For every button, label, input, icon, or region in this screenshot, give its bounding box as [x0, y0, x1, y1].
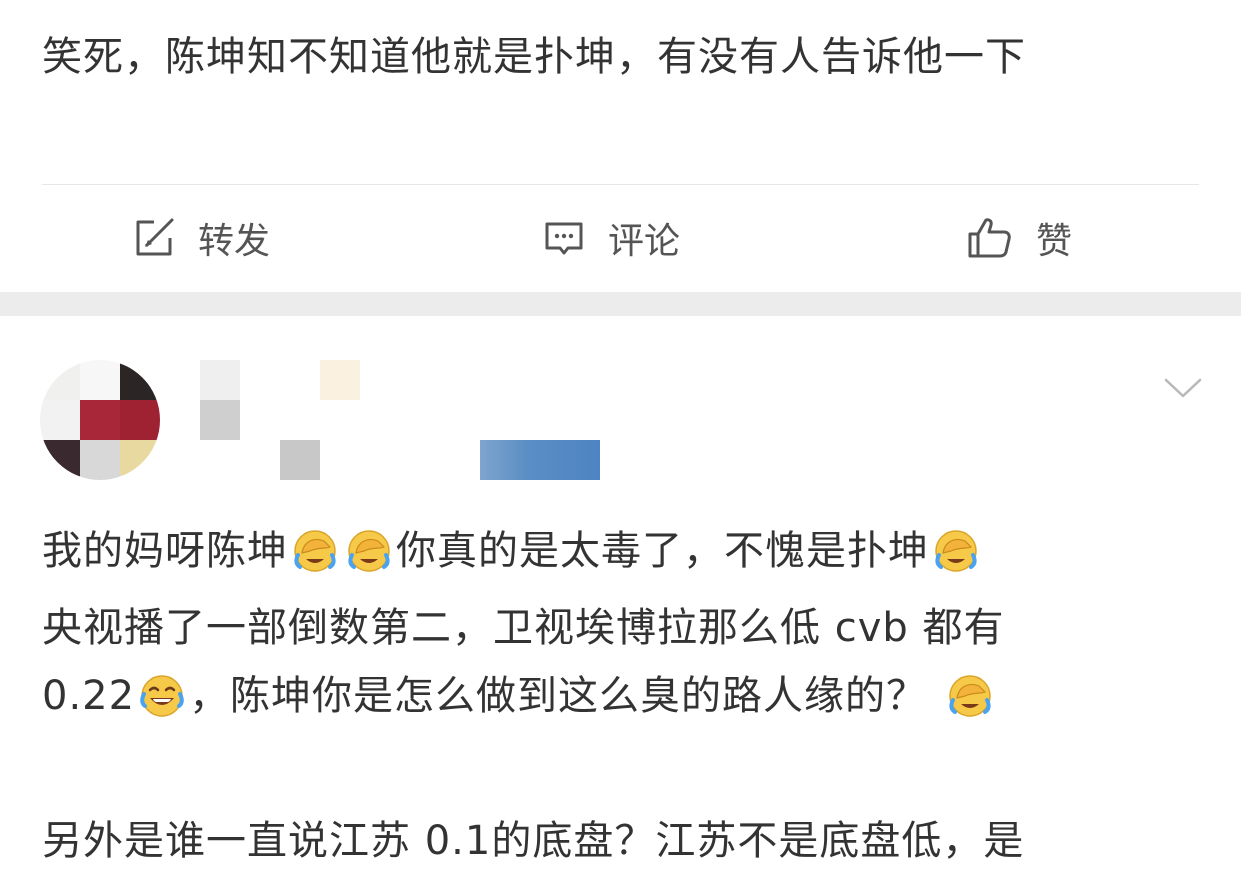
comment-label: 评论 [608, 221, 681, 262]
laugh-crying-emoji [137, 671, 187, 739]
like-button[interactable]: 赞 [966, 213, 1072, 263]
repost-icon [132, 216, 176, 260]
section-separator [0, 292, 1241, 316]
post-text: 笑死，陈坤知不知道他就是扑坤，有没有人告诉他一下 [42, 34, 1026, 80]
comment-body: 我的妈呀陈坤 你真的是太毒了，不愧是扑坤 央视播了一部倒数第二，卫视埃博拉那么低 … [42, 517, 1212, 875]
facepalm-crying-emoji [945, 671, 995, 739]
avatar[interactable] [40, 360, 160, 480]
username-blur-3 [320, 360, 360, 400]
repost-button[interactable]: 转发 [132, 213, 270, 263]
comment-segment: ，陈坤你是怎么做到这么臭的路人缘的？ [189, 673, 928, 719]
username-blur[interactable] [200, 360, 240, 400]
comment-line: 央视播了一部倒数第二，卫视埃博拉那么低 cvb 都有 [42, 605, 1005, 651]
comment-segment: 你真的是太毒了，不愧是扑坤 [396, 528, 929, 574]
comment-line: 0.22 ，陈坤你是怎么做到这么臭的路人缘的？ [42, 662, 1212, 739]
username-blur-2 [200, 400, 240, 440]
comment-icon [542, 216, 586, 260]
more-options-button[interactable] [1162, 372, 1204, 406]
comment-segment: 我的妈呀陈坤 [42, 528, 288, 574]
facepalm-crying-emoji [344, 526, 394, 594]
thumbs-up-icon [966, 214, 1014, 262]
comment-line: 我的妈呀陈坤 你真的是太毒了，不愧是扑坤 [42, 517, 1212, 594]
facepalm-crying-emoji [290, 526, 340, 594]
repost-label: 转发 [198, 221, 271, 262]
comment-line: 另外是谁一直说江苏 0.1的底盘？江苏不是底盘低，是 [42, 818, 1025, 864]
badge-blur [480, 440, 600, 480]
chevron-down-icon [1162, 378, 1204, 406]
action-bar: 转发 评论 赞 [0, 185, 1241, 292]
username-blur-4 [280, 440, 320, 480]
comment-segment: 0.22 [42, 673, 136, 719]
like-label: 赞 [1036, 221, 1073, 262]
facepalm-crying-emoji [931, 526, 981, 594]
comment-button[interactable]: 评论 [542, 213, 680, 263]
